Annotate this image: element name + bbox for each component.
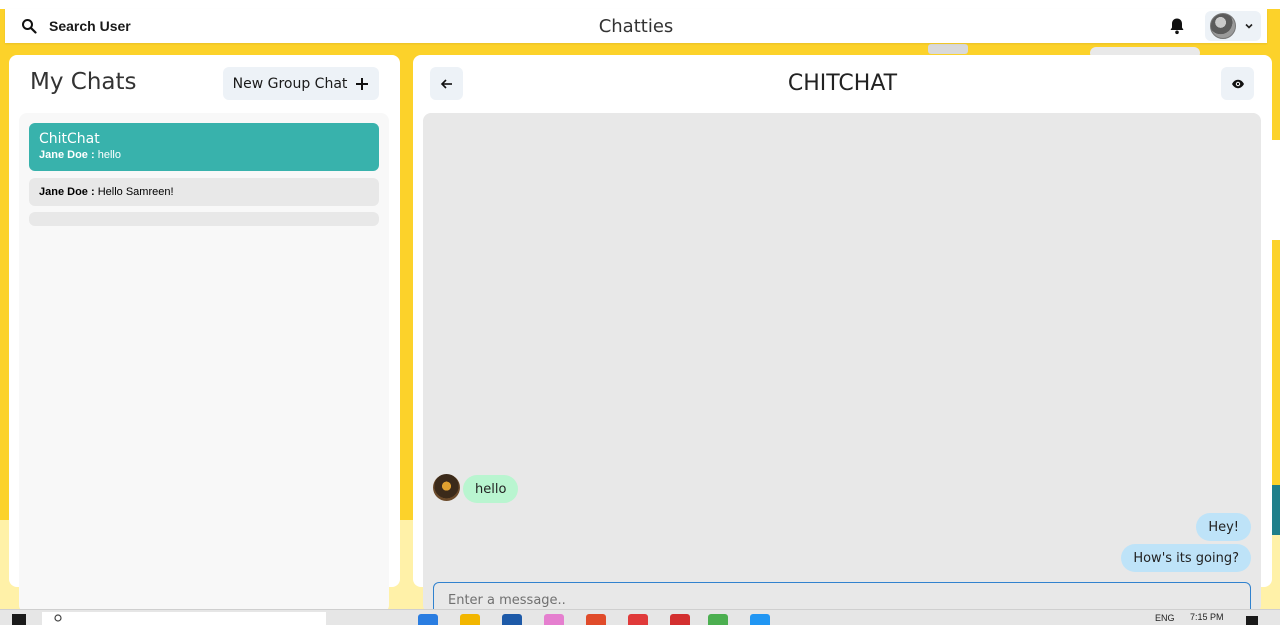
- app-title: Chatties: [598, 15, 674, 37]
- chrome-icon[interactable]: [708, 614, 728, 625]
- folder-icon[interactable]: [460, 614, 480, 625]
- app-icon[interactable]: [670, 614, 690, 625]
- profile-menu-button[interactable]: [1205, 11, 1261, 41]
- chat-name: ChitChat: [39, 131, 100, 147]
- plus-icon: [356, 77, 369, 90]
- chat-list-item[interactable]: [29, 212, 379, 226]
- message-bubble-outgoing: How's its going?: [1121, 544, 1251, 572]
- chat-last-message: Jane Doe : Hello Samreen!: [39, 186, 174, 198]
- chevron-down-icon: [1245, 23, 1253, 29]
- conversation-title: CHITCHAT: [787, 71, 898, 96]
- chat-list: ChitChat Jane Doe : hello Jane Doe : Hel…: [19, 113, 389, 613]
- new-group-chat-label: New Group Chat: [232, 75, 348, 92]
- notification-icon[interactable]: [1246, 616, 1258, 625]
- chat-last-sender: Jane Doe :: [39, 149, 95, 161]
- windows-icon[interactable]: [12, 614, 26, 625]
- chat-last-text: hello: [97, 149, 121, 161]
- edge-icon[interactable]: [418, 614, 438, 625]
- chat-last-text: Hello Samreen!: [97, 186, 174, 198]
- back-button[interactable]: [430, 67, 463, 100]
- os-taskbar: ENG 7:15 PM: [0, 609, 1280, 625]
- my-chats-panel: My Chats New Group Chat ChitChat Jane Do…: [9, 55, 400, 613]
- store-icon[interactable]: [502, 614, 522, 625]
- app-icon[interactable]: [544, 614, 564, 625]
- view-profile-button[interactable]: [1221, 67, 1254, 100]
- clock[interactable]: 7:15 PM: [1190, 612, 1224, 622]
- sender-avatar: [433, 474, 460, 501]
- background-shape-teal: [1272, 485, 1280, 535]
- chat-list-item-chitchat[interactable]: ChitChat Jane Doe : hello: [29, 123, 379, 171]
- chat-last-sender: Jane Doe :: [39, 186, 95, 198]
- message-bubble-outgoing: Hey!: [1196, 513, 1251, 541]
- vscode-icon[interactable]: [750, 614, 770, 625]
- search-icon: [22, 19, 37, 34]
- chat-last-message: Jane Doe : hello: [39, 149, 379, 161]
- background-dots: [928, 44, 968, 54]
- search-icon: [54, 614, 62, 622]
- arrow-left-icon: [440, 78, 452, 89]
- app-icon[interactable]: [586, 614, 606, 625]
- taskbar-search[interactable]: [42, 612, 326, 625]
- page-top-strip: [0, 0, 1280, 9]
- chat-list-item[interactable]: Jane Doe : Hello Samreen!: [29, 178, 379, 206]
- new-group-chat-button[interactable]: New Group Chat: [223, 67, 379, 100]
- conversation-panel: CHITCHAT hello Hey! How's its going?: [413, 55, 1272, 613]
- search-user-label: Search User: [49, 18, 131, 34]
- language-indicator[interactable]: ENG: [1155, 613, 1175, 623]
- eye-icon: [1231, 79, 1244, 88]
- brave-icon[interactable]: [628, 614, 648, 625]
- message-bubble-incoming: hello: [463, 475, 519, 503]
- my-chats-title: My Chats: [30, 69, 137, 95]
- avatar: [1210, 13, 1236, 39]
- top-header: Search User Chatties: [5, 9, 1267, 43]
- messages-area: hello Hey! How's its going?: [423, 113, 1261, 613]
- search-user-button[interactable]: Search User: [21, 9, 131, 43]
- bell-icon[interactable]: [1168, 17, 1186, 35]
